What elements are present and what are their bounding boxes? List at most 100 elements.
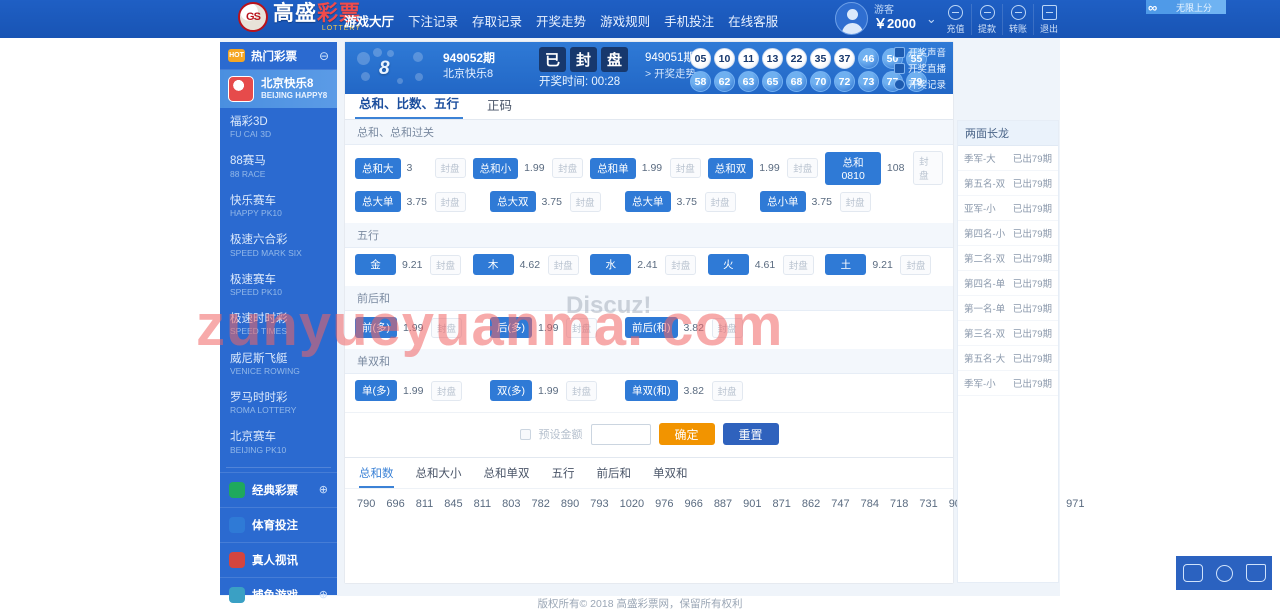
- history-number: 790: [357, 498, 375, 510]
- sidebar-item-happy-pk10[interactable]: 快乐赛车 HAPPY PK10: [220, 187, 337, 226]
- reset-button[interactable]: 重置: [723, 423, 779, 445]
- bet-tag[interactable]: 总大双: [490, 191, 536, 212]
- bet-tag[interactable]: 前(多): [355, 317, 397, 338]
- bet-option[interactable]: 木 4.62 封盘: [473, 254, 591, 275]
- bet-option[interactable]: 双(多) 1.99 封盘: [490, 380, 625, 401]
- tab-sum-compare-fivelements[interactable]: 总和、比数、五行: [355, 93, 463, 119]
- user-account-box[interactable]: 游客 ￥2000 ⌄: [835, 2, 937, 35]
- bet-tag[interactable]: 总小单: [760, 191, 806, 212]
- bet-option[interactable]: 总大单 3.75 封盘: [625, 191, 760, 212]
- sports-icon: [229, 517, 245, 533]
- bet-tag[interactable]: 木: [473, 254, 514, 275]
- history-tab-five-elements[interactable]: 五行: [552, 465, 575, 488]
- bet-option[interactable]: 土 9.21 封盘: [825, 254, 943, 275]
- preset-checkbox[interactable]: [520, 429, 531, 440]
- bet-option[interactable]: 单(多) 1.99 封盘: [355, 380, 490, 401]
- sidebar-item-roma-lottery[interactable]: 罗马时时彩 ROMA LOTTERY: [220, 384, 337, 423]
- sidebar-item-88race[interactable]: 88赛马 88 RACE: [220, 147, 337, 186]
- bag-icon[interactable]: [1246, 564, 1266, 582]
- sidebar-item-speed-pk10[interactable]: 极速赛车 SPEED PK10: [220, 266, 337, 305]
- sidebar-category-live-casino[interactable]: 真人视讯: [220, 542, 337, 577]
- sidebar-category-sports[interactable]: 体育投注: [220, 507, 337, 542]
- bet-option[interactable]: 总大单 3.75 封盘: [355, 191, 490, 212]
- dragon-value: 已出79期: [1013, 226, 1052, 240]
- bet-odds: 1.99: [538, 322, 566, 334]
- nav-item-bet-records[interactable]: 下注记录: [408, 11, 458, 30]
- transfer-button[interactable]: 转账: [1002, 4, 1033, 35]
- bet-option[interactable]: 前(多) 1.99 封盘: [355, 317, 490, 338]
- bet-option[interactable]: 水 2.41 封盘: [590, 254, 708, 275]
- bet-tag[interactable]: 总和小: [473, 158, 519, 179]
- sidebar-item-venice-rowing[interactable]: 威尼斯飞艇 VENICE ROWING: [220, 345, 337, 384]
- bet-option[interactable]: 总小单 3.75 封盘: [760, 191, 895, 212]
- bet-tag[interactable]: 水: [590, 254, 631, 275]
- bet-option[interactable]: 火 4.61 封盘: [708, 254, 826, 275]
- bet-option[interactable]: 单双(和) 3.82 封盘: [625, 380, 760, 401]
- preset-amount-input[interactable]: [591, 424, 651, 445]
- sidebar-header-title: 热门彩票: [251, 48, 313, 64]
- nav-item-game-rules[interactable]: 游戏规则: [600, 11, 650, 30]
- nav-item-game-hall[interactable]: 游戏大厅: [344, 11, 394, 30]
- ball: 72: [834, 71, 855, 92]
- sidebar-item-beijing-pk10[interactable]: 北京赛车 BEIJING PK10: [220, 423, 337, 462]
- draw-sound-button[interactable]: 开奖声音: [894, 45, 948, 59]
- bet-option[interactable]: 总和0810 108 封盘: [825, 151, 943, 185]
- bet-option[interactable]: 总和单 1.99 封盘: [590, 158, 708, 179]
- history-tab-sum-number[interactable]: 总和数: [359, 465, 394, 488]
- dragon-row: 第一名-单 已出79期: [958, 296, 1058, 321]
- bet-status: 封盘: [712, 318, 743, 338]
- bet-option[interactable]: 总和双 1.99 封盘: [708, 158, 826, 179]
- sidebar-item-beijing-happy8[interactable]: 北京快乐8 BEIJING HAPPY8: [220, 70, 337, 108]
- brand-logo[interactable]: GS 高盛彩票 LOTTERY: [238, 2, 361, 32]
- sidebar-item-speed-times[interactable]: 极速时时彩 SPEED TIMES: [220, 305, 337, 344]
- nav-item-transaction-records[interactable]: 存取记录: [472, 11, 522, 30]
- nav-item-draw-trends[interactable]: 开奖走势: [536, 11, 586, 30]
- bet-tag[interactable]: 总大单: [625, 191, 671, 212]
- bet-tag[interactable]: 总和0810: [825, 152, 881, 185]
- bet-option[interactable]: 前后(和) 3.82 封盘: [625, 317, 760, 338]
- bet-status: 封盘: [783, 255, 814, 275]
- sidebar-category-classic-lottery[interactable]: 经典彩票 ⊕: [220, 472, 337, 507]
- bet-tag[interactable]: 单(多): [355, 380, 397, 401]
- bet-tag[interactable]: 金: [355, 254, 396, 275]
- history-tab-sum-bigsmall[interactable]: 总和大小: [416, 465, 462, 488]
- expand-icon[interactable]: ⊕: [319, 483, 328, 496]
- bet-option[interactable]: 后(多) 1.99 封盘: [490, 317, 625, 338]
- bet-tag[interactable]: 总和单: [590, 158, 636, 179]
- withdraw-button[interactable]: 提款: [971, 4, 1002, 35]
- tab-regular-numbers[interactable]: 正码: [483, 95, 516, 119]
- bet-tag[interactable]: 后(多): [490, 317, 532, 338]
- bet-option[interactable]: 总和小 1.99 封盘: [473, 158, 591, 179]
- chat-icon[interactable]: [1183, 564, 1203, 582]
- bet-tag[interactable]: 土: [825, 254, 866, 275]
- bet-row: 总和大 3 封盘 总和小 1.99 封盘 总和单 1.99 封盘: [355, 151, 943, 185]
- bet-option[interactable]: 总和大 3 封盘: [355, 158, 473, 179]
- bet-tag[interactable]: 火: [708, 254, 749, 275]
- draw-history-button[interactable]: 开奖记录: [894, 77, 948, 91]
- bet-tag[interactable]: 总和大: [355, 158, 401, 179]
- bet-tag[interactable]: 总大单: [355, 191, 401, 212]
- collapse-icon[interactable]: ⊖: [319, 49, 329, 63]
- trend-link[interactable]: > 开奖走势: [645, 67, 696, 83]
- bet-option[interactable]: 总大双 3.75 封盘: [490, 191, 625, 212]
- bet-tag[interactable]: 双(多): [490, 380, 532, 401]
- nav-item-mobile-bet[interactable]: 手机投注: [664, 11, 714, 30]
- logout-button[interactable]: 退出: [1033, 4, 1064, 35]
- history-tab-sum-oddeven[interactable]: 总和单双: [484, 465, 530, 488]
- confirm-button[interactable]: 确定: [659, 423, 715, 445]
- chevron-down-icon[interactable]: ⌄: [926, 11, 937, 27]
- history-tab-front-back[interactable]: 前后和: [597, 465, 632, 488]
- bet-tag[interactable]: 单双(和): [625, 380, 678, 401]
- bet-tag[interactable]: 总和双: [708, 158, 754, 179]
- bet-tag[interactable]: 前后(和): [625, 317, 678, 338]
- history-tab-odd-even[interactable]: 单双和: [653, 465, 688, 488]
- draw-live-button[interactable]: 开奖直播: [894, 61, 948, 75]
- person-icon[interactable]: [1216, 565, 1233, 582]
- sidebar-item-speed-mark-six[interactable]: 极速六合彩 SPEED MARK SIX: [220, 226, 337, 265]
- dragon-name: 第四名-单: [964, 276, 1005, 290]
- recharge-button[interactable]: 充值: [940, 4, 971, 35]
- nav-item-online-support[interactable]: 在线客服: [728, 11, 778, 30]
- sidebar-item-fucai3d[interactable]: 福彩3D FU CAI 3D: [220, 108, 337, 147]
- bet-status: 封盘: [913, 151, 943, 185]
- bet-option[interactable]: 金 9.21 封盘: [355, 254, 473, 275]
